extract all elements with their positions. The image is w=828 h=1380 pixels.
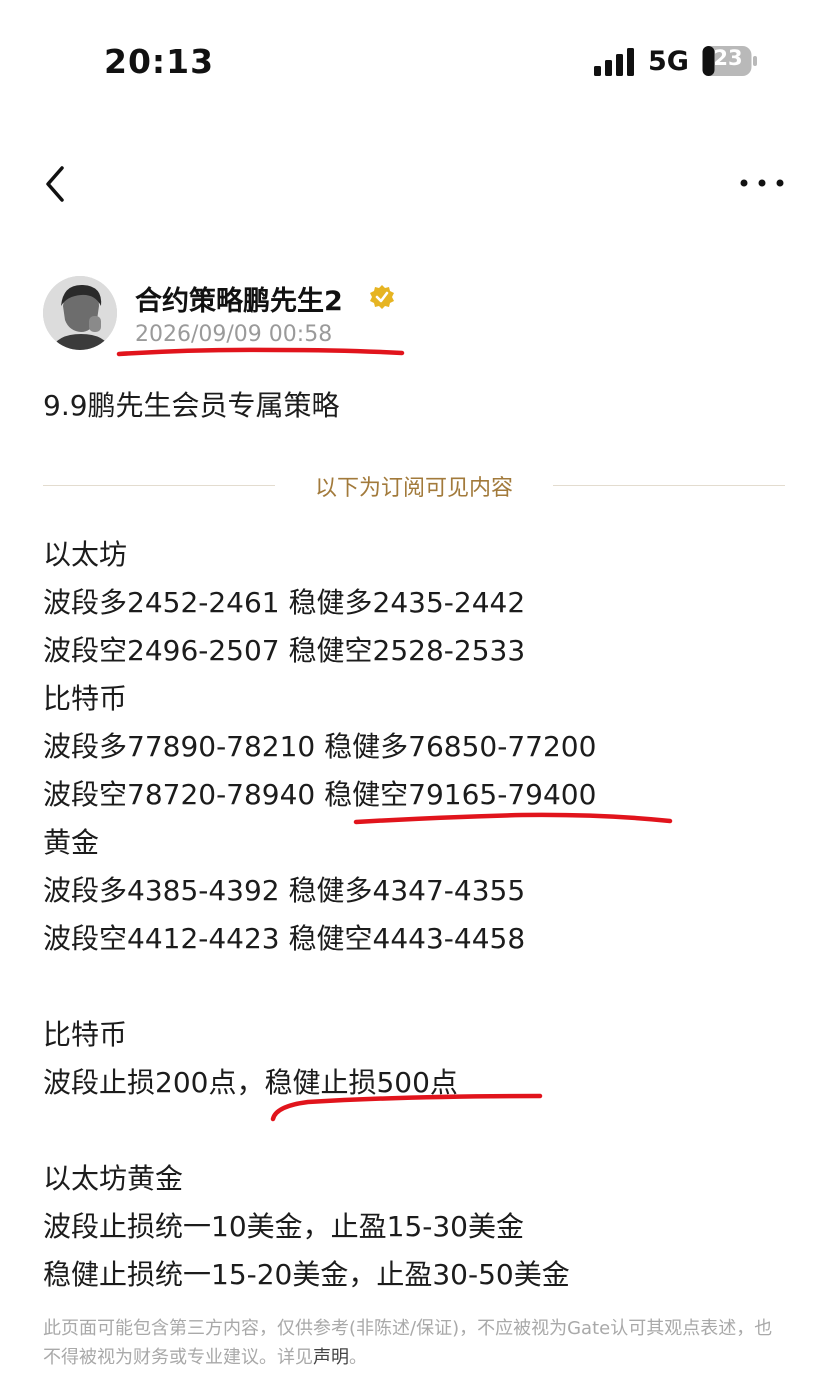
content-line: 波段空4412-4423 稳健空4443-4458 [43,922,526,955]
content-heading-gold: 黄金 [43,826,100,859]
content-heading-btc: 比特币 [43,682,128,715]
content-line: 稳健止损统一15-20美金，止盈30-50美金 [43,1258,570,1291]
content-heading-eth-gold: 以太坊黄金 [43,1162,184,1195]
content-heading-eth: 以太坊 [43,538,128,571]
annotation-underline-stop-loss [270,1093,543,1122]
network-label: 5G [648,46,689,77]
back-icon[interactable] [40,162,72,206]
disclaimer-link[interactable]: 声明 [313,1347,349,1368]
divider-line-left [43,485,275,486]
more-icon[interactable] [740,175,784,191]
avatar[interactable] [43,276,117,350]
annotation-underline-timestamp [116,347,405,357]
disclaimer: 此页面可能包含第三方内容，仅供参考(非陈述/保证)，不应被视为Gate认可其观点… [43,1314,788,1372]
content-line: 波段多2452-2461 稳健多2435-2442 [43,586,526,619]
disclaimer-text: 此页面可能包含第三方内容，仅供参考(非陈述/保证)，不应被视为Gate认可其观点… [43,1318,773,1368]
post-title: 9.9鹏先生会员专属策略 [43,389,340,422]
disclaimer-end: 。 [349,1347,367,1368]
content-heading-btc-stop: 比特币 [43,1018,128,1051]
content-line: 波段多77890-78210 稳健多76850-77200 [43,730,597,763]
annotation-underline-btc [353,812,673,825]
verified-icon [370,285,394,309]
signal-icon [594,48,634,76]
content-line: 波段多4385-4392 稳健多4347-4355 [43,874,526,907]
status-time: 20:13 [104,42,215,81]
divider-line-right [553,485,785,486]
author-name[interactable]: 合约策略鹏先生2 [135,279,343,318]
battery-level: 23 [713,46,743,70]
subscriber-content-divider-label: 以下为订阅可见内容 [314,476,513,501]
content-line: 波段空2496-2507 稳健空2528-2533 [43,634,526,667]
content-line: 波段止损统一10美金，止盈15-30美金 [43,1210,524,1243]
